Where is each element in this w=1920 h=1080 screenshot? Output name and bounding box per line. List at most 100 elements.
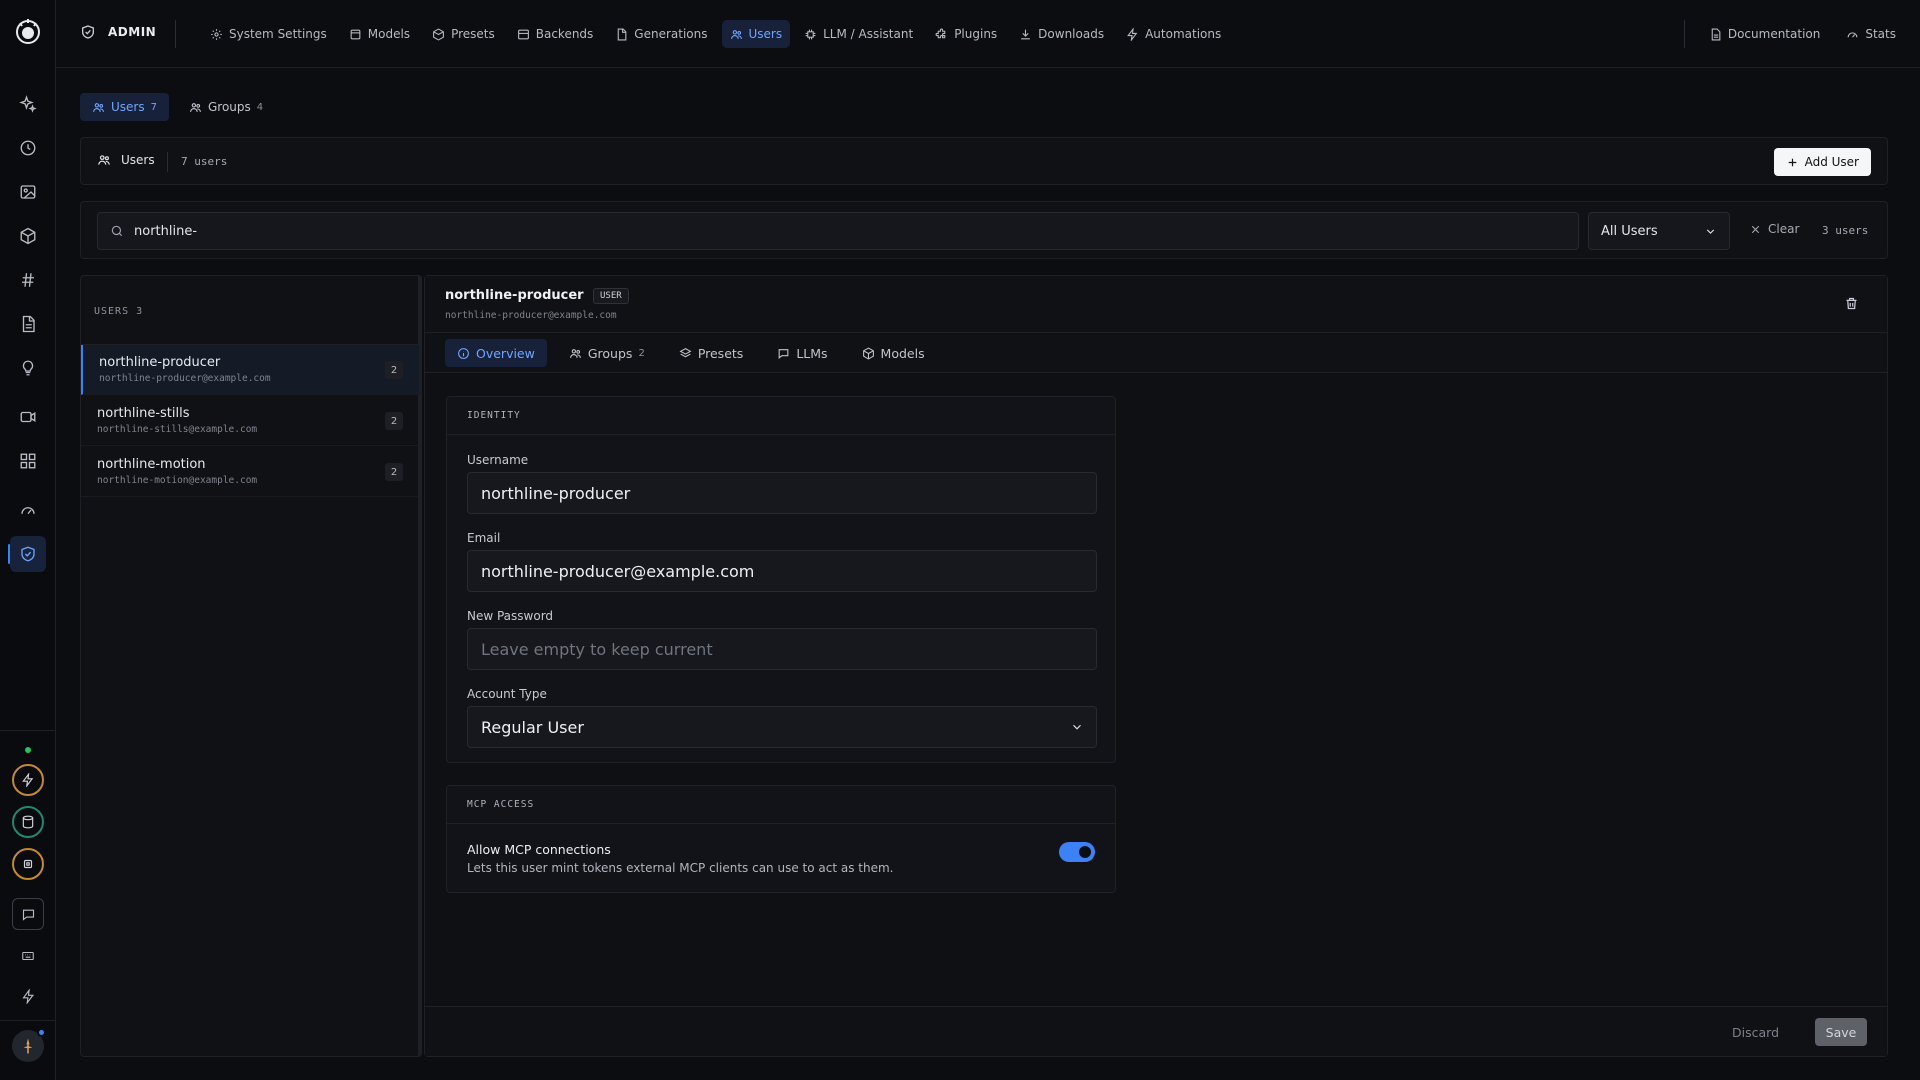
detail-footer: Discard Save [425, 1006, 1887, 1056]
mcp-toggle-label: Allow MCP connections [467, 842, 611, 857]
group-count-badge: 2 [385, 463, 403, 481]
group-count-badge: 2 [385, 361, 403, 379]
document-icon[interactable] [10, 306, 46, 342]
users-icon [730, 29, 742, 39]
users-icon [98, 155, 110, 165]
tab-presets[interactable]: Presets [667, 339, 756, 367]
nav-presets[interactable]: Presets [424, 20, 503, 48]
nav-label: LLM / Assistant [823, 27, 914, 41]
nav-plugins[interactable]: Plugins [927, 20, 1005, 48]
result-count: 3 users [1822, 224, 1869, 237]
clock-icon[interactable] [10, 130, 46, 166]
nav-system-settings[interactable]: System Settings [202, 20, 335, 48]
mcp-toggle-switch[interactable] [1059, 842, 1095, 862]
sparkles-icon[interactable] [10, 86, 46, 122]
user-avatar[interactable] [12, 1028, 46, 1062]
search-box [97, 212, 1579, 250]
database-ring-icon[interactable] [12, 806, 44, 838]
cube-icon[interactable] [10, 218, 46, 254]
bolt-ring-icon[interactable] [12, 764, 44, 796]
gear-icon [211, 28, 222, 40]
bolt-icon [1127, 27, 1138, 41]
tab-overview[interactable]: Overview [445, 339, 547, 367]
flash-icon[interactable] [10, 978, 46, 1014]
nav-users[interactable]: Users [721, 20, 791, 48]
nav-models[interactable]: Models [341, 20, 418, 48]
status-online-indicator [25, 747, 31, 753]
add-user-label: Add User [1804, 155, 1859, 169]
chevron-down-icon [1706, 228, 1715, 234]
cpu-ring-icon[interactable] [12, 848, 44, 880]
keyboard-icon[interactable] [10, 938, 46, 974]
password-label: New Password [467, 609, 554, 623]
hash-icon[interactable] [10, 262, 46, 298]
shield-check-icon[interactable] [8, 536, 46, 572]
tab-models[interactable]: Models [850, 339, 937, 367]
chevron-down-icon [1073, 724, 1081, 730]
account-type-select[interactable]: Regular User [467, 706, 1097, 748]
admin-label: ADMIN [108, 25, 157, 39]
tab-users[interactable]: Users 7 [80, 93, 169, 121]
nav-generations[interactable]: Generations [607, 20, 715, 48]
users-icon [93, 102, 104, 112]
users-header-bar: Users 7 users Add User [80, 137, 1888, 185]
speedometer-icon[interactable] [10, 492, 46, 528]
list-item[interactable]: northline-motion northline-motion@exampl… [81, 447, 419, 497]
password-field[interactable]: Leave empty to keep current [467, 628, 1097, 670]
app-logo-icon[interactable] [12, 16, 44, 48]
user-detail-header: northline-producer USER northline-produc… [425, 276, 1887, 333]
layers-icon [679, 347, 692, 357]
lightbulb-icon[interactable] [10, 350, 46, 386]
tab-llms[interactable]: LLMs [765, 339, 839, 367]
nav-llm-assistant[interactable]: LLM / Assistant [796, 20, 921, 48]
discard-button[interactable]: Discard [1732, 1025, 1779, 1040]
divider [167, 152, 168, 172]
video-icon[interactable] [10, 399, 46, 435]
chip-icon [805, 29, 816, 39]
nav-documentation[interactable]: Documentation [1701, 20, 1829, 48]
search-input[interactable] [134, 223, 1534, 239]
mcp-section-title: MCP ACCESS [447, 786, 1115, 824]
chat-icon[interactable] [12, 898, 44, 930]
tab-groups[interactable]: Groups 2 [557, 339, 657, 367]
admin-nav: System Settings Models Presets Backends … [202, 20, 1229, 48]
account-type-label: Account Type [467, 687, 547, 701]
group-count-badge: 2 [385, 412, 403, 430]
info-icon [458, 347, 469, 359]
tab-label: Groups [207, 100, 251, 114]
layers-icon [433, 27, 444, 41]
list-item[interactable]: northline-stills northline-stills@exampl… [81, 396, 419, 446]
delete-user-button[interactable] [1844, 296, 1859, 311]
clear-filter-button[interactable]: Clear [1749, 222, 1799, 236]
nav-downloads[interactable]: Downloads [1011, 20, 1112, 48]
grid-icon[interactable] [10, 443, 46, 479]
filter-bar: All Users Clear 3 users [80, 201, 1888, 259]
email-value: northline-producer@example.com [481, 561, 755, 581]
mcp-toggle-description: Lets this user mint tokens external MCP … [467, 861, 894, 875]
nav-stats[interactable]: Stats [1838, 20, 1904, 48]
user-name: northline-stills [97, 406, 190, 421]
account-type-value: Regular User [481, 717, 584, 737]
user-email: northline-producer@example.com [99, 373, 271, 384]
add-user-button[interactable]: Add User [1773, 148, 1871, 176]
username-field[interactable]: northline-producer [467, 472, 1097, 514]
plus-icon [1788, 158, 1796, 166]
nav-backends[interactable]: Backends [509, 20, 602, 48]
nav-label: Plugins [954, 27, 998, 41]
username-value: northline-producer [481, 483, 631, 503]
topbar-divider [175, 20, 176, 48]
users-total-count: 7 users [181, 155, 228, 168]
nav-automations[interactable]: Automations [1118, 20, 1229, 48]
admin-section-title: ADMIN [80, 24, 156, 40]
avatar-figure-icon [23, 1038, 33, 1054]
nav-label: Backends [535, 27, 594, 41]
role-filter-select[interactable]: All Users [1588, 212, 1730, 250]
email-field[interactable]: northline-producer@example.com [467, 550, 1097, 592]
list-item[interactable]: northline-producer northline-producer@ex… [81, 345, 419, 395]
tab-count: 4 [256, 101, 264, 113]
image-icon[interactable] [10, 174, 46, 210]
detail-email: northline-producer@example.com [445, 310, 617, 321]
nav-label: Downloads [1038, 27, 1105, 41]
save-button[interactable]: Save [1815, 1018, 1867, 1046]
tab-groups[interactable]: Groups 4 [177, 93, 275, 121]
